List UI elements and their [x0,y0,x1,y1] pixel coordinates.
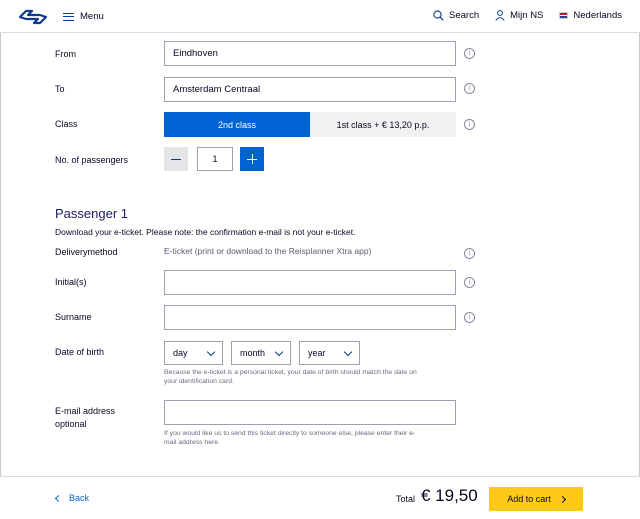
dob-day-select[interactable]: day [164,341,223,365]
first-class-button[interactable]: 1st class + € 13,20 p.p. [310,112,456,137]
account-label: Mijn NS [510,10,544,21]
menu-button[interactable]: Menu [63,11,104,22]
add-to-cart-button[interactable]: Add to cart [489,487,583,511]
email-input[interactable] [164,400,456,425]
top-header: Menu Search Mijn NS Nederlands [0,0,640,33]
delivery-info-icon[interactable]: i [464,248,475,259]
back-button[interactable]: Back [54,493,90,503]
email-label: E-mail address optional [55,406,116,429]
eticket-notice: Download your e-ticket. Please note: the… [55,227,356,237]
delivery-method-label: Deliverymethod [55,247,118,257]
dob-label: Date of birth [55,347,105,357]
delivery-method-value: E-ticket (print or download to the Reisp… [164,246,372,256]
search-button[interactable]: Search [433,10,479,21]
from-label: From [55,49,76,59]
surname-info-icon[interactable]: i [464,312,475,323]
dutch-flag-icon [559,12,569,19]
class-label: Class [55,119,78,129]
user-icon [495,10,505,21]
to-info-icon[interactable]: i [464,83,475,94]
hamburger-icon [63,12,74,21]
passenger-section-title: Passenger 1 [55,206,128,221]
menu-label: Menu [80,11,104,22]
account-button[interactable]: Mijn NS [495,10,543,21]
chevron-down-icon [274,347,284,356]
chevron-down-icon [343,347,353,356]
dob-month-select[interactable]: month [231,341,291,365]
from-info-icon[interactable]: i [464,48,475,59]
chevron-right-icon [558,495,566,503]
language-button[interactable]: Nederlands [559,10,622,21]
passengers-input[interactable] [197,147,233,171]
search-label: Search [449,10,480,21]
dob-month-value: month [240,348,266,358]
chevron-left-icon [54,494,63,502]
class-toggle: 2nd class 1st class + € 13,20 p.p. [164,112,456,137]
increase-passengers-button[interactable] [240,147,264,171]
total-price: € 19,50 [421,486,478,505]
surname-label: Surname [55,312,92,322]
class-info-icon[interactable]: i [464,119,475,130]
email-hint: If you would like us to send this ticket… [164,430,416,446]
from-input[interactable] [164,41,456,66]
checkout-footer: Back Total € 19,50 Add to cart [0,476,640,519]
dob-year-select[interactable]: year [299,341,360,365]
surname-input[interactable] [164,305,456,330]
to-label: To [55,84,65,94]
total-label: Total [396,494,416,504]
decrease-passengers-button[interactable] [164,147,188,171]
initials-info-icon[interactable]: i [464,277,475,288]
language-label: Nederlands [573,10,622,21]
dob-hint: Because the e-ticket is a personal ticke… [164,369,417,385]
back-label: Back [69,493,90,503]
ns-logo-icon[interactable] [18,9,48,25]
search-icon [433,10,444,21]
add-to-cart-label: Add to cart [507,494,551,504]
initials-label: Initial(s) [55,277,87,287]
to-input[interactable] [164,77,456,102]
second-class-button[interactable]: 2nd class [164,112,310,137]
minus-icon [171,158,181,160]
dob-year-value: year [308,348,326,358]
chevron-down-icon [206,347,216,356]
initials-input[interactable] [164,270,456,295]
dob-day-value: day [173,348,188,358]
passengers-label: No. of passengers [55,155,129,165]
